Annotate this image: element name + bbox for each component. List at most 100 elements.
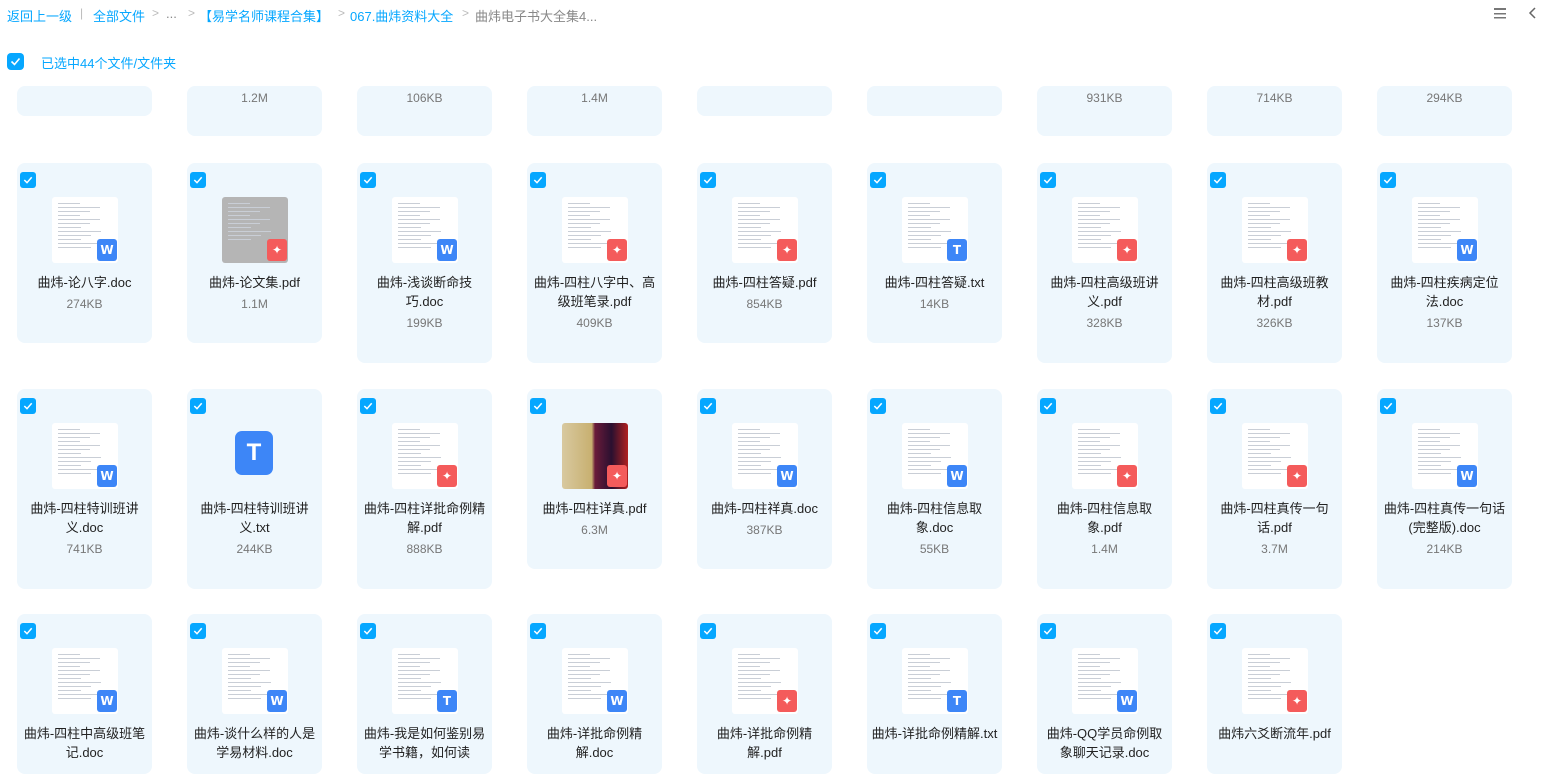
file-checkbox[interactable] bbox=[530, 172, 546, 188]
file-checkbox[interactable] bbox=[360, 172, 376, 188]
file-name: 曲炜-四柱真传一句话(完整版).doc bbox=[1383, 501, 1506, 535]
file-checkbox[interactable] bbox=[530, 623, 546, 639]
file-name: 曲炜-四柱八字中、高级班笔录.pdf bbox=[533, 275, 656, 309]
file-card[interactable]: W 曲炜-四柱信息取象.doc 55KB bbox=[867, 389, 1002, 589]
pdf-icon: ✦ bbox=[1117, 239, 1137, 261]
file-card[interactable]: ✦ 曲炜-四柱八字中、高级班笔录.pdf 409KB bbox=[527, 163, 662, 363]
pdf-icon: ✦ bbox=[437, 465, 457, 487]
file-card[interactable]: T 曲炜-详批命例精解.txt bbox=[867, 614, 1002, 774]
file-checkbox[interactable] bbox=[700, 172, 716, 188]
file-checkbox[interactable] bbox=[530, 398, 546, 414]
word-icon: W bbox=[1117, 690, 1137, 712]
word-icon: W bbox=[97, 690, 117, 712]
file-size: 199KB bbox=[406, 316, 443, 330]
file-card[interactable] bbox=[867, 86, 1002, 116]
file-checkbox[interactable] bbox=[700, 398, 716, 414]
file-name: 曲炜-四柱真传一句话.pdf bbox=[1220, 501, 1329, 535]
file-checkbox[interactable] bbox=[1040, 623, 1056, 639]
file-card[interactable]: ✦ 曲炜-详批命例精解.pdf bbox=[697, 614, 832, 774]
file-card[interactable]: ✦ 曲炜-四柱详真.pdf 6.3M bbox=[527, 389, 662, 569]
word-icon: W bbox=[97, 465, 117, 487]
file-checkbox[interactable] bbox=[1380, 398, 1396, 414]
file-checkbox[interactable] bbox=[700, 623, 716, 639]
file-card[interactable]: W 曲炜-谈什么样的人是学易材料.doc bbox=[187, 614, 322, 774]
file-name: 曲炜-论八字.doc bbox=[37, 275, 132, 290]
file-checkbox[interactable] bbox=[1380, 172, 1396, 188]
file-card[interactable] bbox=[697, 86, 832, 116]
file-size: 6.3M bbox=[581, 523, 608, 537]
file-card[interactable]: ✦ 曲炜-论文集.pdf 1.1M bbox=[187, 163, 322, 343]
file-checkbox[interactable] bbox=[20, 398, 36, 414]
pdf-icon: ✦ bbox=[607, 239, 627, 261]
word-icon: W bbox=[1457, 239, 1477, 261]
word-icon: W bbox=[947, 465, 967, 487]
file-card[interactable]: 106KB bbox=[357, 86, 492, 136]
file-checkbox[interactable] bbox=[20, 172, 36, 188]
file-card[interactable]: W 曲炜-QQ学员命例取象聊天记录.doc bbox=[1037, 614, 1172, 774]
file-size: 326KB bbox=[1256, 316, 1293, 330]
file-card[interactable]: ✦ 曲炜六爻断流年.pdf bbox=[1207, 614, 1342, 774]
file-checkbox[interactable] bbox=[190, 623, 206, 639]
txt-file-icon: T bbox=[235, 431, 273, 475]
file-card[interactable]: W 曲炜-四柱祥真.doc 387KB bbox=[697, 389, 832, 569]
file-name: 曲炜-四柱特训班讲义.txt bbox=[200, 501, 309, 535]
file-checkbox[interactable] bbox=[870, 398, 886, 414]
file-name: 曲炜-我是如何鉴别易学书籍，如何读 bbox=[363, 726, 486, 760]
file-name: 曲炜-四柱中高级班笔记.doc bbox=[23, 726, 146, 760]
file-size: 741KB bbox=[66, 542, 103, 556]
file-checkbox[interactable] bbox=[1210, 398, 1226, 414]
file-size: 1.4M bbox=[1091, 542, 1118, 556]
file-card[interactable]: 1.4M bbox=[527, 86, 662, 136]
file-card[interactable]: W 曲炜-四柱疾病定位法.doc 137KB bbox=[1377, 163, 1512, 363]
file-card[interactable]: ✦ 曲炜-四柱高级班教材.pdf 326KB bbox=[1207, 163, 1342, 363]
file-checkbox[interactable] bbox=[20, 623, 36, 639]
file-checkbox[interactable] bbox=[360, 623, 376, 639]
txt-icon: T bbox=[947, 239, 967, 261]
file-card[interactable] bbox=[17, 86, 152, 116]
file-checkbox[interactable] bbox=[870, 172, 886, 188]
file-card[interactable]: W 曲炜-四柱特训班讲义.doc 741KB bbox=[17, 389, 152, 589]
file-card[interactable]: W 曲炜-四柱真传一句话(完整版).doc 214KB bbox=[1377, 389, 1512, 589]
file-checkbox[interactable] bbox=[1210, 623, 1226, 639]
file-name: 曲炜-详批命例精解.pdf bbox=[716, 726, 813, 760]
file-card[interactable]: W 曲炜-四柱中高级班笔记.doc bbox=[17, 614, 152, 774]
file-card[interactable]: W 曲炜-论八字.doc 274KB bbox=[17, 163, 152, 343]
file-name: 曲炜-四柱详批命例精解.pdf bbox=[363, 501, 486, 535]
file-checkbox[interactable] bbox=[360, 398, 376, 414]
file-checkbox[interactable] bbox=[190, 172, 206, 188]
txt-icon: T bbox=[437, 690, 457, 712]
file-card[interactable]: 931KB bbox=[1037, 86, 1172, 136]
file-name: 曲炜六爻断流年.pdf bbox=[1218, 726, 1331, 741]
file-card[interactable]: ✦ 曲炜-四柱答疑.pdf 854KB bbox=[697, 163, 832, 343]
file-card[interactable]: ✦ 曲炜-四柱详批命例精解.pdf 888KB bbox=[357, 389, 492, 589]
txt-icon: T bbox=[947, 690, 967, 712]
file-size: 409KB bbox=[576, 316, 613, 330]
file-card[interactable]: ✦ 曲炜-四柱真传一句话.pdf 3.7M bbox=[1207, 389, 1342, 589]
file-size: 1.2M bbox=[241, 91, 268, 105]
file-size: 931KB bbox=[1086, 91, 1123, 105]
file-size: 14KB bbox=[919, 297, 950, 311]
file-card[interactable]: 714KB bbox=[1207, 86, 1342, 136]
file-checkbox[interactable] bbox=[1210, 172, 1226, 188]
file-name: 曲炜-四柱答疑.txt bbox=[884, 275, 985, 290]
word-icon: W bbox=[607, 690, 627, 712]
file-card[interactable]: T 曲炜-四柱特训班讲义.txt 244KB bbox=[187, 389, 322, 589]
file-card[interactable]: T 曲炜-四柱答疑.txt 14KB bbox=[867, 163, 1002, 343]
file-name: 曲炜-四柱详真.pdf bbox=[542, 501, 647, 516]
file-card[interactable]: T 曲炜-我是如何鉴别易学书籍，如何读 bbox=[357, 614, 492, 774]
file-checkbox[interactable] bbox=[190, 398, 206, 414]
pdf-icon: ✦ bbox=[1287, 690, 1307, 712]
file-card[interactable]: 1.2M bbox=[187, 86, 322, 136]
file-checkbox[interactable] bbox=[1040, 172, 1056, 188]
file-checkbox[interactable] bbox=[870, 623, 886, 639]
file-card[interactable]: ✦ 曲炜-四柱信息取象.pdf 1.4M bbox=[1037, 389, 1172, 589]
file-name: 曲炜-四柱信息取象.pdf bbox=[1056, 501, 1153, 535]
file-checkbox[interactable] bbox=[1040, 398, 1056, 414]
file-name: 曲炜-四柱答疑.pdf bbox=[712, 275, 817, 290]
file-size: 55KB bbox=[919, 542, 950, 556]
file-grid: 1.2M 106KB 1.4M 931KB 714KB 294KB W 曲炜-论八字.doc 2… bbox=[0, 0, 1555, 774]
file-card[interactable]: W 曲炜-详批命例精解.doc bbox=[527, 614, 662, 774]
file-card[interactable]: ✦ 曲炜-四柱高级班讲义.pdf 328KB bbox=[1037, 163, 1172, 363]
file-card[interactable]: W 曲炜-浅谈断命技巧.doc 199KB bbox=[357, 163, 492, 363]
file-card[interactable]: 294KB bbox=[1377, 86, 1512, 136]
